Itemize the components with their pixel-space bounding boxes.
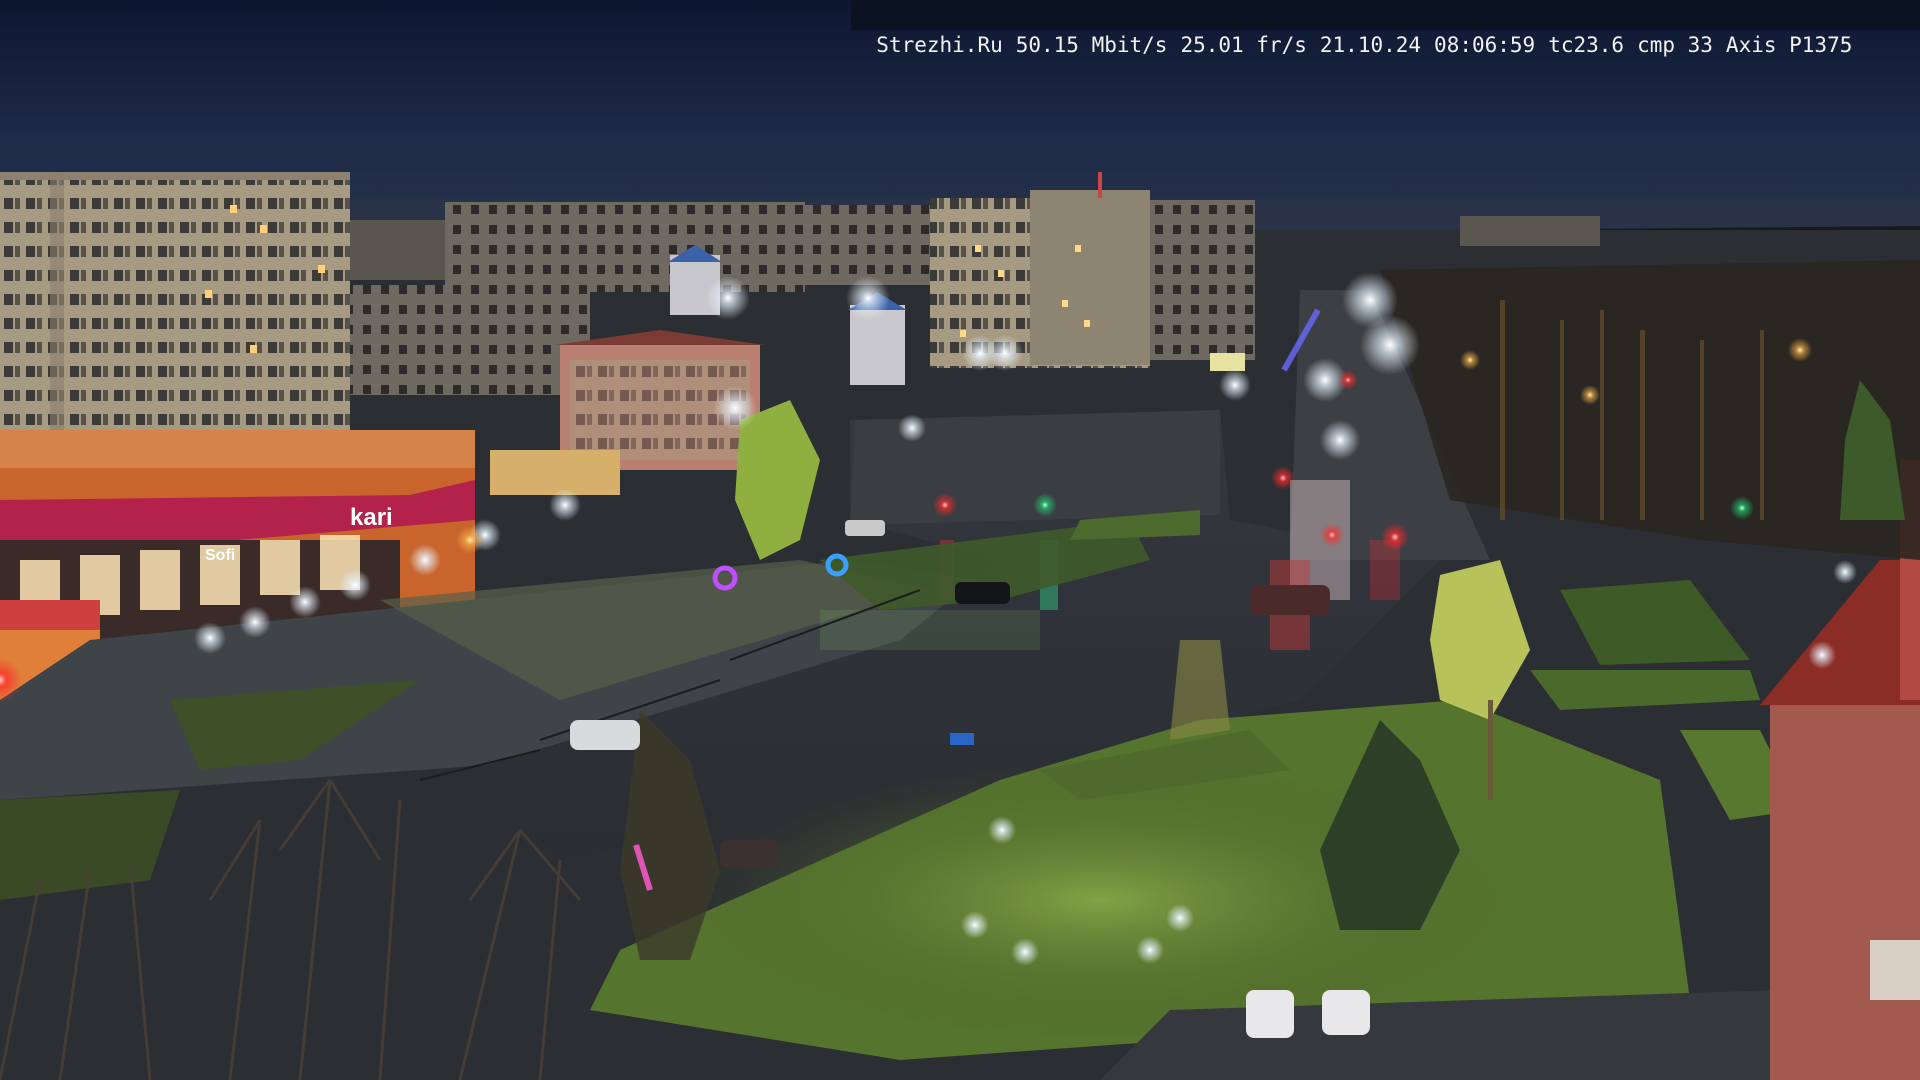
overlay-time: 08:06:59 [1434, 33, 1536, 57]
store-sign-kari: kari [350, 504, 393, 531]
store-sign-small: Sofi [205, 547, 235, 564]
overlay-tc: tc23.6 [1548, 33, 1625, 57]
camera-info-overlay: Strezhi.Ru 50.15 Mbit/s 25.01 fr/s 21.10.24… [851, 0, 1920, 57]
overlay-site: Strezhi.Ru [876, 33, 1003, 57]
overlay-bitrate: 50.15 Mbit/s [1015, 33, 1168, 57]
overlay-framerate: 25.01 fr/s [1180, 33, 1307, 57]
overlay-camera: Axis P1375 [1725, 33, 1853, 57]
overlay-cmp: cmp 33 [1637, 33, 1713, 57]
overlay-date: 21.10.24 [1319, 33, 1422, 57]
webcam-scene: kari Sofi [0, 0, 1920, 1080]
